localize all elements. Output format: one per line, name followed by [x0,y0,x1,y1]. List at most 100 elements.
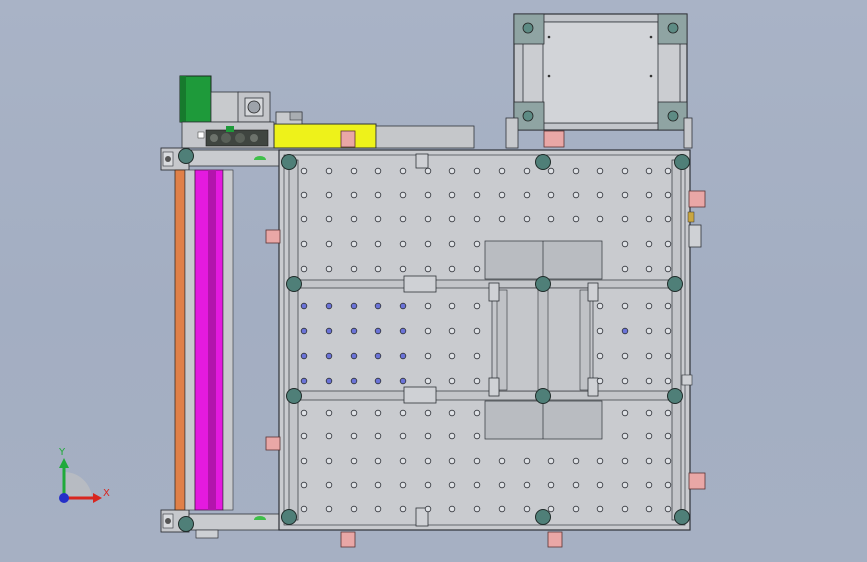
mounting-hole [596,191,604,199]
mounting-hole [621,505,629,513]
mounting-hole [374,457,382,465]
mounting-hole [547,481,555,489]
mounting-hole [325,240,333,248]
mounting-hole [621,191,629,199]
mounting-hole [645,302,653,310]
mounting-hole [300,409,308,417]
mounting-hole [664,191,672,199]
mounting-hole [424,409,432,417]
mounting-hole [547,215,555,223]
mounting-hole [300,481,308,489]
mounting-hole [325,377,333,385]
mounting-hole [572,215,580,223]
mounting-hole [350,191,358,199]
corner-post [535,509,551,525]
mounting-hole [664,432,672,440]
mounting-hole [473,432,481,440]
mounting-hole [350,327,358,335]
mounting-hole [350,167,358,175]
corner-post [281,154,297,170]
mounting-hole [498,457,506,465]
mounting-hole [325,481,333,489]
corner-post [674,509,690,525]
mounting-hole [473,167,481,175]
mounting-hole [350,505,358,513]
main-table-plate [265,149,706,548]
mounting-hole [399,265,407,273]
mounting-hole [621,481,629,489]
mounting-hole [621,377,629,385]
left-gantry [160,147,290,539]
mounting-hole [664,409,672,417]
mounting-hole [300,167,308,175]
mounting-hole [498,481,506,489]
mounting-hole [645,191,653,199]
mounting-hole [300,240,308,248]
mounting-hole [664,240,672,248]
corner-post [535,276,551,292]
mounting-hole [448,377,456,385]
mounting-hole [350,352,358,360]
mounting-hole [424,457,432,465]
corner-post [286,388,302,404]
mounting-hole [572,481,580,489]
mounting-hole [523,191,531,199]
mounting-hole [621,265,629,273]
mounting-hole [325,215,333,223]
mounting-hole [645,240,653,248]
mounting-hole [424,167,432,175]
mounting-hole [325,327,333,335]
mounting-hole [572,167,580,175]
mounting-hole [350,240,358,248]
mounting-hole [645,167,653,175]
mounting-hole [448,167,456,175]
mounting-hole [424,327,432,335]
cad-drawing-canvas[interactable]: Y X [0,0,867,562]
mounting-hole [523,505,531,513]
mounting-hole [424,215,432,223]
mounting-hole [374,265,382,273]
mounting-hole [621,327,629,335]
mounting-hole [399,215,407,223]
mounting-hole [621,302,629,310]
mounting-hole [300,377,308,385]
mounting-hole [621,240,629,248]
mounting-hole [523,215,531,223]
mounting-hole [664,327,672,335]
mounting-hole [300,432,308,440]
corner-post [286,276,302,292]
mounting-hole [300,302,308,310]
z-axis-dot [59,493,69,503]
mounting-hole [621,457,629,465]
mounting-hole [473,302,481,310]
mounting-hole [350,481,358,489]
corner-post [667,388,683,404]
mounting-hole [645,505,653,513]
mounting-hole [399,302,407,310]
mounting-hole [300,191,308,199]
mounting-hole [424,505,432,513]
mounting-hole [448,457,456,465]
mounting-hole [645,457,653,465]
mounting-hole [325,409,333,417]
mounting-hole [664,457,672,465]
mounting-hole [374,302,382,310]
mounting-hole [448,327,456,335]
mounting-hole [399,481,407,489]
mounting-hole [399,167,407,175]
mounting-hole [645,377,653,385]
mounting-hole [374,215,382,223]
mounting-hole [473,191,481,199]
mounting-hole [523,481,531,489]
mounting-hole [645,215,653,223]
mounting-hole [300,505,308,513]
mounting-hole [399,240,407,248]
mounting-hole [424,481,432,489]
mounting-hole [523,457,531,465]
corner-post [535,154,551,170]
mounting-hole [572,505,580,513]
mounting-hole [448,352,456,360]
mounting-hole [645,327,653,335]
top-mount-box [505,13,693,149]
mounting-hole [350,409,358,417]
